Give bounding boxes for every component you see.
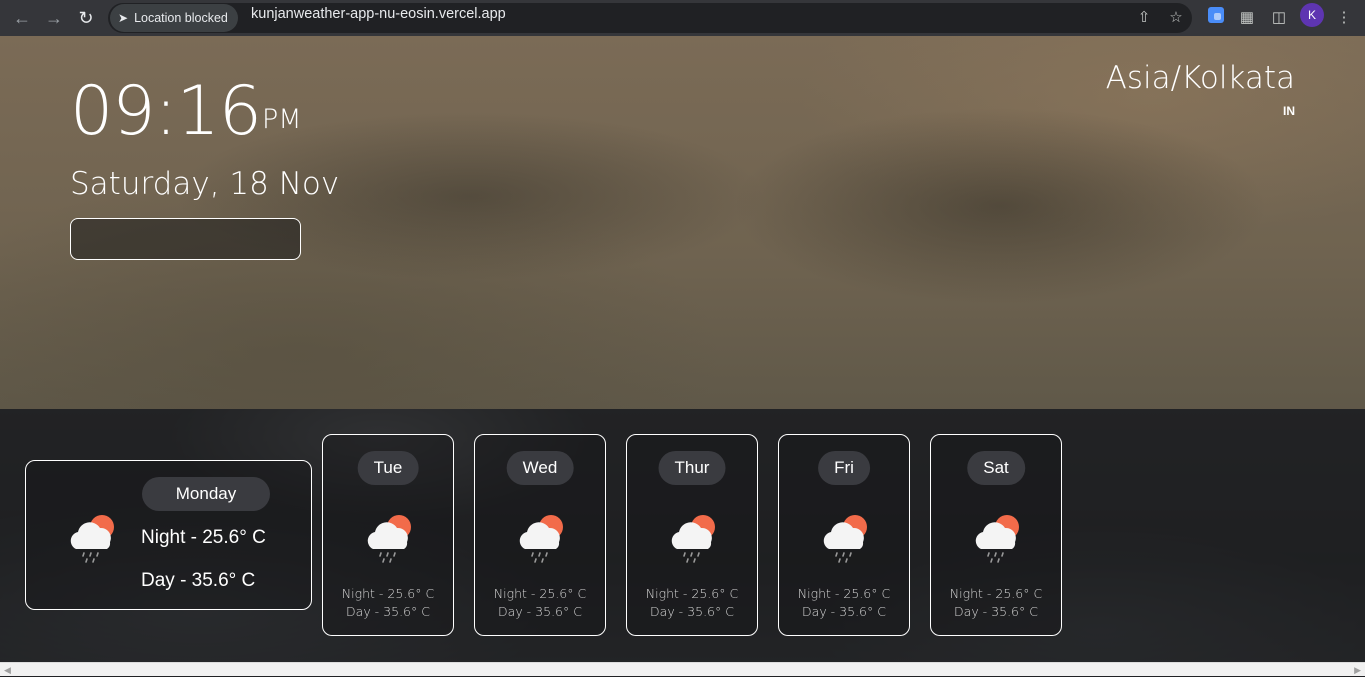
cloud-sun-rain-icon [64, 509, 120, 570]
country-code: IN [1283, 104, 1295, 118]
forecast-day-temp: Day - 35.6° C [802, 604, 886, 619]
timezone: Asia/Kolkata [1105, 60, 1295, 96]
cloud-sun-rain-icon [817, 509, 873, 570]
weather-page: 09:16 PM Saturday, 18 Nov Asia/Kolkata I… [0, 36, 1365, 662]
forward-arrow-icon[interactable]: → [40, 4, 68, 32]
clock-time: 09:16 [70, 72, 262, 151]
url-text[interactable]: kunjanweather-app-nu-eosin.vercel.app [251, 0, 506, 36]
forecast-card: Fri Night - 25.6° C Day - 35.6° C [778, 434, 910, 636]
profile-avatar[interactable]: K [1300, 3, 1324, 27]
share-icon[interactable]: ⇧ [1132, 6, 1156, 30]
forecast-night-temp: Night - 25.6° C [645, 586, 739, 601]
forecast-day-label: Wed [506, 451, 574, 485]
forecast-card: Sat Night - 25.6° C Day - 35.6° C [930, 434, 1062, 636]
cloud-sun-rain-icon [969, 509, 1025, 570]
today-day-temp: Day - 35.6° C [141, 570, 256, 591]
forecast-card: Tue Night - 25.6° C Day - 35.6° C [322, 434, 454, 636]
forecast-night-temp: Night - 25.6° C [493, 586, 587, 601]
bookmark-star-icon[interactable]: ☆ [1164, 6, 1188, 30]
back-arrow-icon[interactable]: ← [8, 4, 36, 32]
forecast-card: Wed Night - 25.6° C Day - 35.6° C [474, 434, 606, 636]
today-night-temp: Night - 25.6° C [141, 527, 266, 548]
forecast-day-label: Fri [818, 451, 870, 485]
cloud-sun-rain-icon [665, 509, 721, 570]
extension-icon[interactable] [1208, 7, 1224, 23]
forecast-day-label: Sat [967, 451, 1025, 485]
forecast-night-temp: Night - 25.6° C [949, 586, 1043, 601]
reload-icon[interactable]: ↻ [72, 4, 100, 32]
forecast-day-temp: Day - 35.6° C [346, 604, 430, 619]
cloud-sun-rain-icon [361, 509, 417, 570]
forecast-day-temp: Day - 35.6° C [650, 604, 734, 619]
clock-ampm: PM [262, 104, 302, 135]
current-date: Saturday, 18 Nov [70, 166, 340, 202]
forecast-day-label: Thur [658, 451, 726, 485]
forecast-night-temp: Night - 25.6° C [797, 586, 891, 601]
cloud-sun-rain-icon [513, 509, 569, 570]
location-off-icon: ➤ [118, 11, 129, 25]
browser-toolbar: ← → ↻ ➤ Location blocked kunjanweather-a… [0, 0, 1365, 36]
forecast-card: Thur Night - 25.6° C Day - 35.6° C [626, 434, 758, 636]
location-chip-label: Location blocked [134, 11, 228, 25]
extensions-puzzle-icon[interactable]: ▦ [1235, 6, 1259, 30]
scroll-right-icon[interactable]: ▶ [1354, 663, 1361, 677]
menu-kebab-icon[interactable]: ⋮ [1332, 6, 1356, 30]
today-card: Monday Night - 25.6° C Day - 35.6° C [25, 460, 312, 610]
today-day-label: Monday [142, 477, 270, 511]
horizontal-scrollbar[interactable]: ◀ ▶ [0, 662, 1365, 676]
side-panel-icon[interactable]: ◫ [1267, 6, 1291, 30]
forecast-day-label: Tue [357, 451, 419, 485]
forecast-night-temp: Night - 25.6° C [341, 586, 435, 601]
scroll-left-icon[interactable]: ◀ [4, 663, 11, 677]
location-blocked-chip[interactable]: ➤ Location blocked [110, 4, 238, 32]
current-info-box [70, 218, 301, 260]
forecast-day-temp: Day - 35.6° C [954, 604, 1038, 619]
forecast-day-temp: Day - 35.6° C [498, 604, 582, 619]
